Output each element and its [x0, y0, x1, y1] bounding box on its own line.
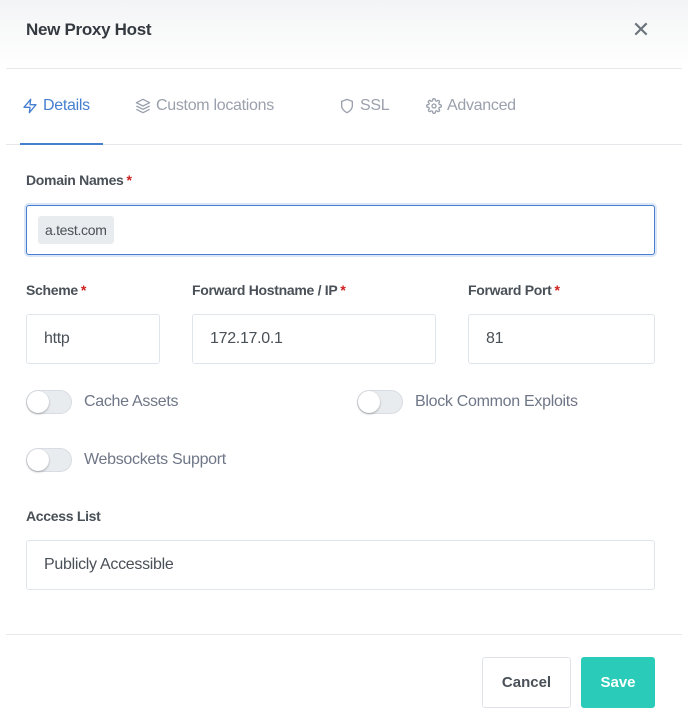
tab-label: SSL	[360, 97, 390, 114]
required-marker: *	[554, 282, 560, 298]
toggle-label: Block Common Exploits	[415, 393, 578, 410]
cancel-button[interactable]: Cancel	[482, 657, 571, 708]
tab-details[interactable]: Details	[22, 95, 90, 117]
access-list-label: Access List	[26, 508, 101, 524]
toggle-knob	[27, 449, 49, 471]
tab-label: Advanced	[447, 97, 516, 114]
tab-custom-locations[interactable]: Custom locations	[135, 95, 274, 117]
forward-hostname-label: Forward Hostname / IP *	[192, 282, 346, 298]
access-list-select[interactable]: Publicly Accessible	[26, 540, 655, 590]
toggle-knob	[27, 391, 49, 413]
required-marker: *	[340, 282, 346, 298]
websockets-support-toggle[interactable]: Websockets Support	[26, 448, 226, 472]
domain-names-label: Domain Names *	[26, 172, 132, 188]
active-tab-indicator	[20, 143, 103, 145]
toggle-switch[interactable]	[26, 448, 72, 472]
label-text: Scheme	[26, 282, 78, 298]
modal-title: New Proxy Host	[26, 20, 152, 39]
tab-label: Details	[43, 97, 90, 114]
close-icon: ✕	[631, 17, 651, 42]
divider	[6, 634, 682, 635]
domain-names-input[interactable]: a.test.com	[26, 205, 655, 255]
scheme-label: Scheme *	[26, 282, 86, 298]
toggle-label: Websockets Support	[84, 451, 226, 468]
tab-advanced[interactable]: Advanced	[426, 95, 516, 117]
divider	[6, 144, 682, 145]
label-text: Access List	[26, 508, 101, 524]
tab-ssl[interactable]: SSL	[339, 95, 390, 117]
domain-tag[interactable]: a.test.com	[38, 216, 114, 244]
shield-icon	[339, 98, 355, 114]
label-text: Forward Hostname / IP	[192, 282, 338, 298]
forward-port-label: Forward Port *	[468, 282, 560, 298]
label-text: Domain Names	[26, 172, 124, 188]
gear-icon	[426, 98, 442, 114]
toggle-knob	[358, 391, 380, 413]
lightning-icon	[22, 98, 38, 114]
forward-port-input[interactable]: 81	[468, 314, 655, 364]
modal-header: New Proxy Host ✕	[0, 0, 688, 68]
toggle-label: Cache Assets	[84, 393, 179, 410]
label-text: Forward Port	[468, 282, 552, 298]
required-marker: *	[80, 282, 87, 298]
layers-icon	[135, 98, 151, 114]
cache-assets-toggle[interactable]: Cache Assets	[26, 390, 179, 414]
close-button[interactable]: ✕	[630, 18, 652, 42]
block-common-exploits-toggle[interactable]: Block Common Exploits	[357, 390, 578, 414]
tab-bar: Details Custom locations SSL Advanced	[0, 69, 688, 145]
tab-label: Custom locations	[156, 97, 274, 114]
toggle-switch[interactable]	[357, 390, 403, 414]
forward-hostname-input[interactable]: 172.17.0.1	[192, 314, 436, 364]
required-marker: *	[126, 172, 132, 188]
scheme-input[interactable]: http	[26, 314, 160, 364]
save-button[interactable]: Save	[581, 657, 655, 708]
toggle-switch[interactable]	[26, 390, 72, 414]
